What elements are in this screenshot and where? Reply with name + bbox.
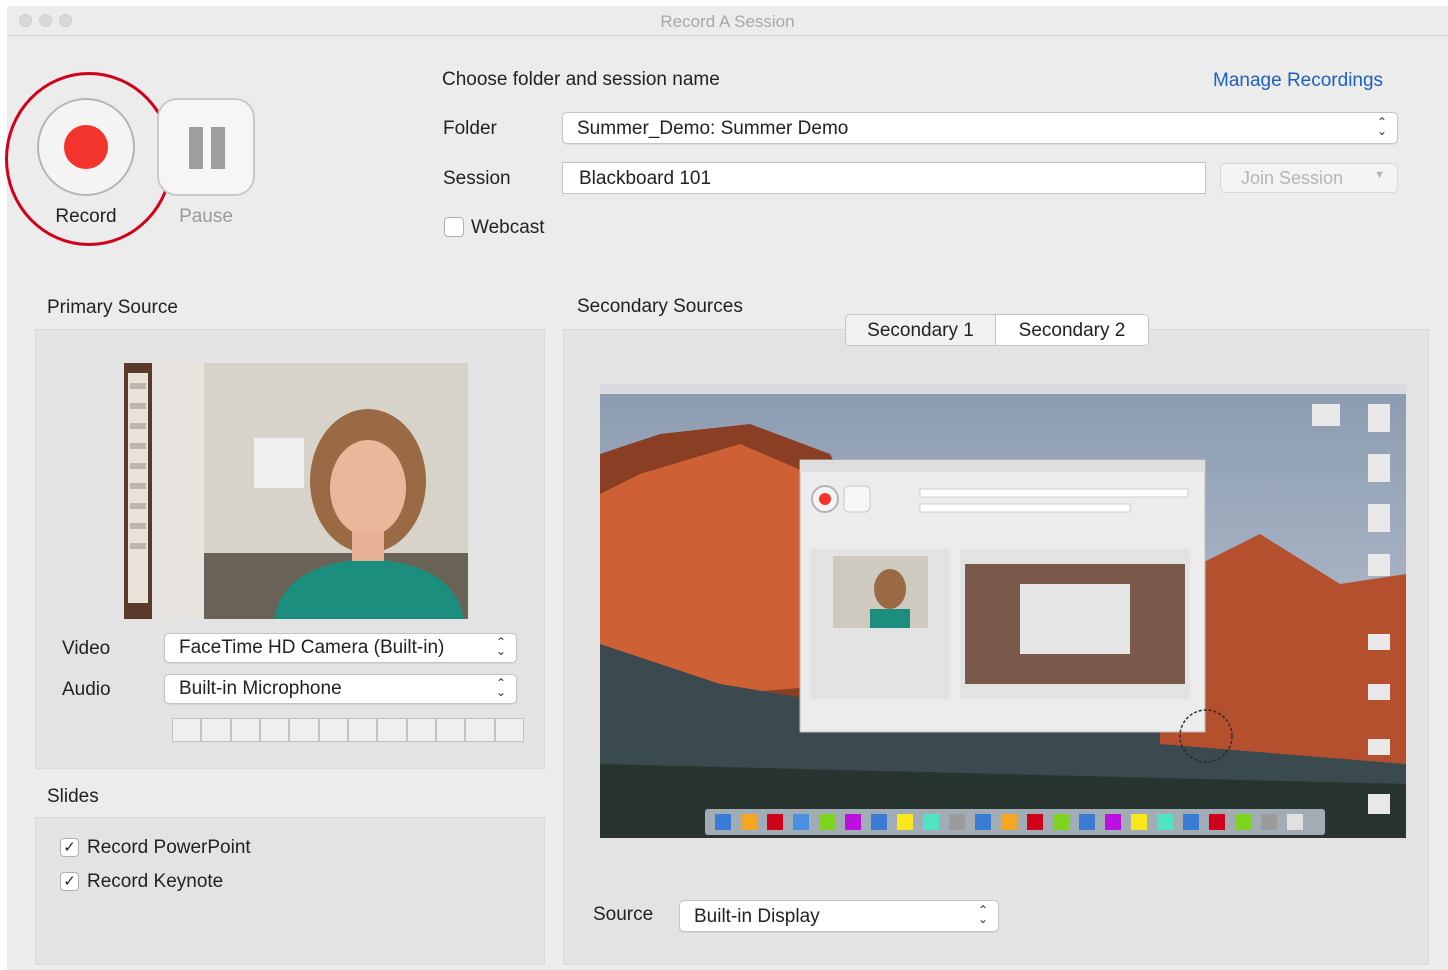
slides-heading: Slides — [47, 786, 99, 807]
meter-segment — [318, 718, 348, 742]
webcast-checkbox[interactable] — [444, 217, 464, 237]
updown-chevron-icon: ⌃ ⌄ — [977, 903, 988, 926]
audio-label: Audio — [62, 679, 111, 700]
session-label: Session — [443, 168, 511, 189]
record-session-window: Record A Session Record Pause Choose fol… — [5, 6, 1448, 970]
meter-segment — [435, 718, 466, 742]
updown-chevron-icon: ⌃ ⌄ — [1376, 115, 1387, 138]
webcam-preview-image — [124, 363, 468, 619]
session-heading: Choose folder and session name — [442, 69, 720, 90]
secondary-tabs: Secondary 1 Secondary 2 — [845, 314, 1149, 346]
audio-select[interactable]: Built-in Microphone ⌃ ⌄ — [164, 674, 517, 704]
display-preview — [600, 384, 1406, 838]
folder-select[interactable]: Summer_Demo: Summer Demo ⌃ ⌄ — [562, 112, 1398, 144]
folder-label: Folder — [443, 118, 497, 139]
join-session-button[interactable]: Join Session ▼ — [1220, 163, 1398, 193]
dropdown-triangle-icon: ▼ — [1374, 169, 1385, 181]
meter-segment — [347, 718, 378, 742]
source-select[interactable]: Built-in Display ⌃ ⌄ — [679, 900, 999, 932]
audio-select-value: Built-in Microphone — [179, 678, 342, 699]
updown-chevron-icon: ⌃ ⌄ — [495, 676, 506, 699]
meter-segment — [377, 718, 407, 742]
meter-segment — [465, 718, 495, 742]
webcast-label: Webcast — [471, 217, 545, 238]
meter-segment — [172, 718, 202, 742]
title-bar: Record A Session — [7, 6, 1448, 36]
meter-segment — [494, 718, 524, 742]
meter-segment — [201, 718, 231, 742]
join-session-label: Join Session — [1241, 168, 1344, 188]
meter-segment — [230, 718, 260, 742]
secondary-sources-heading: Secondary Sources — [577, 296, 743, 317]
updown-chevron-icon: ⌃ ⌄ — [495, 635, 506, 658]
video-label: Video — [62, 638, 111, 659]
source-select-value: Built-in Display — [694, 906, 820, 927]
pause-button[interactable] — [157, 98, 255, 196]
pause-icon — [189, 127, 203, 169]
record-keynote-checkbox[interactable]: ✓ — [60, 872, 79, 891]
manage-recordings-link[interactable]: Manage Recordings — [1213, 70, 1383, 92]
window-title: Record A Session — [660, 12, 795, 31]
record-powerpoint-label: Record PowerPoint — [87, 837, 251, 858]
pause-icon-bar — [211, 127, 225, 169]
tab-secondary-2[interactable]: Secondary 2 — [996, 315, 1148, 345]
meter-segment — [406, 718, 436, 742]
pause-label: Pause — [179, 206, 233, 227]
folder-select-value: Summer_Demo: Summer Demo — [577, 118, 849, 139]
video-select-value: FaceTime HD Camera (Built-in) — [179, 637, 445, 658]
record-keynote-label: Record Keynote — [87, 871, 224, 892]
record-powerpoint-checkbox[interactable]: ✓ — [60, 838, 79, 857]
source-label: Source — [593, 904, 654, 925]
meter-segment — [289, 718, 319, 742]
primary-source-heading: Primary Source — [47, 297, 178, 318]
meter-segment — [259, 718, 290, 742]
session-name-field[interactable]: Blackboard 101 — [562, 162, 1206, 194]
video-select[interactable]: FaceTime HD Camera (Built-in) ⌃ ⌄ — [164, 633, 517, 663]
webcam-preview — [124, 363, 468, 619]
audio-level-meter — [172, 718, 524, 742]
display-preview-image — [600, 384, 1406, 838]
record-label: Record — [55, 206, 117, 227]
tab-secondary-1[interactable]: Secondary 1 — [846, 315, 996, 345]
